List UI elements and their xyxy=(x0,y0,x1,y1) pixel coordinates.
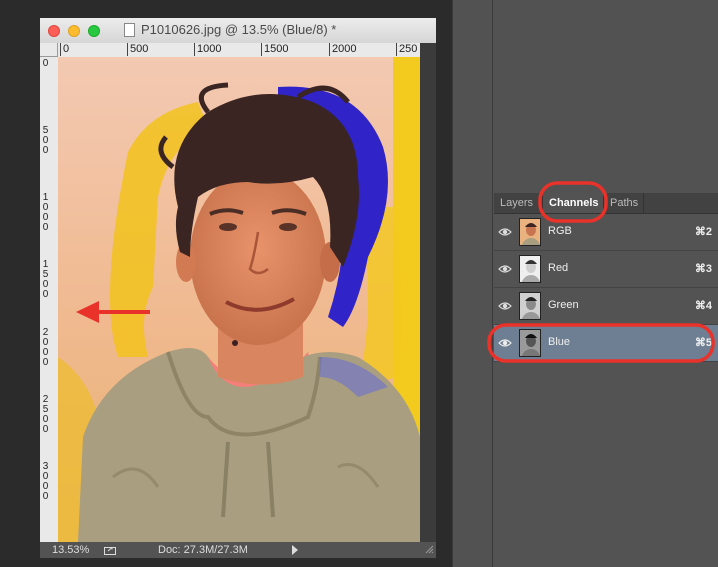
document-file-icon xyxy=(124,23,135,37)
resize-grip-icon[interactable] xyxy=(424,544,434,554)
ruler-label: 2000 xyxy=(329,43,356,56)
channel-row-rgb[interactable]: RGB ⌘2 xyxy=(494,214,718,251)
ruler-label: 500 xyxy=(127,43,148,56)
ruler-label: 1500 xyxy=(42,259,49,300)
image-canvas[interactable] xyxy=(58,57,420,542)
ruler-label: 0 xyxy=(42,58,49,69)
ruler-label: 2500 xyxy=(42,394,49,435)
channels-panel: Layers Channels Paths RGB ⌘2 Red ⌘3 Gree… xyxy=(494,193,718,567)
photo-portrait xyxy=(58,57,420,542)
title-bar[interactable]: P1010626.jpg @ 13.5% (Blue/8) * xyxy=(40,18,436,44)
channel-name: Blue xyxy=(548,336,571,348)
tab-paths[interactable]: Paths xyxy=(604,193,644,213)
channel-row-blue[interactable]: Blue ⌘5 xyxy=(494,325,718,362)
zoom-level[interactable]: 13.53% xyxy=(52,544,89,556)
channel-shortcut: ⌘4 xyxy=(694,300,712,312)
ruler-label: 2000 xyxy=(42,327,49,368)
visibility-eye-icon[interactable] xyxy=(498,263,512,275)
document-title: P1010626.jpg @ 13.5% (Blue/8) * xyxy=(141,22,337,37)
ruler-label: 3000 xyxy=(42,461,49,502)
tab-channels[interactable]: Channels xyxy=(542,193,604,213)
visibility-eye-icon[interactable] xyxy=(498,226,512,238)
visibility-eye-icon[interactable] xyxy=(498,337,512,349)
maximize-button[interactable] xyxy=(88,25,100,37)
ruler-label: 500 xyxy=(42,125,49,156)
document-window: P1010626.jpg @ 13.5% (Blue/8) * 0 500 10… xyxy=(40,18,436,558)
channel-name: Red xyxy=(548,262,569,274)
panel-dock-divider xyxy=(492,0,493,567)
document-size-info: Doc: 27.3M/27.3M xyxy=(158,544,248,556)
channel-thumbnail xyxy=(519,292,541,320)
channel-row-red[interactable]: Red ⌘3 xyxy=(494,251,718,288)
ruler-label: 1000 xyxy=(42,192,49,233)
panel-tab-bar: Layers Channels Paths xyxy=(494,193,718,214)
minimize-button[interactable] xyxy=(68,25,80,37)
tab-layers[interactable]: Layers xyxy=(494,193,542,213)
vertical-ruler[interactable]: 0 500 1000 1500 2000 2500 3000 xyxy=(40,57,59,542)
channel-row-green[interactable]: Green ⌘4 xyxy=(494,288,718,325)
channel-name: Green xyxy=(548,299,579,311)
channel-shortcut: ⌘2 xyxy=(694,226,712,238)
horizontal-ruler[interactable]: 0 500 1000 1500 2000 250 xyxy=(58,43,420,58)
close-button[interactable] xyxy=(48,25,60,37)
ruler-origin[interactable] xyxy=(40,43,58,57)
vertical-scrollbar[interactable] xyxy=(420,43,436,542)
channel-thumbnail xyxy=(519,329,541,357)
visibility-eye-icon[interactable] xyxy=(498,300,512,312)
channel-shortcut: ⌘3 xyxy=(694,263,712,275)
share-icon[interactable] xyxy=(104,545,116,555)
ruler-label: 250 xyxy=(396,43,417,56)
channel-thumbnail xyxy=(519,255,541,283)
ruler-label: 1500 xyxy=(261,43,288,56)
status-menu-arrow-icon[interactable] xyxy=(292,545,298,555)
channel-name: RGB xyxy=(548,225,572,237)
channel-shortcut: ⌘5 xyxy=(694,337,712,349)
panel-divider xyxy=(452,0,453,567)
channel-thumbnail xyxy=(519,218,541,246)
ruler-label: 1000 xyxy=(194,43,221,56)
status-bar: 13.53% Doc: 27.3M/27.3M xyxy=(40,542,436,558)
ruler-label: 0 xyxy=(60,43,69,56)
